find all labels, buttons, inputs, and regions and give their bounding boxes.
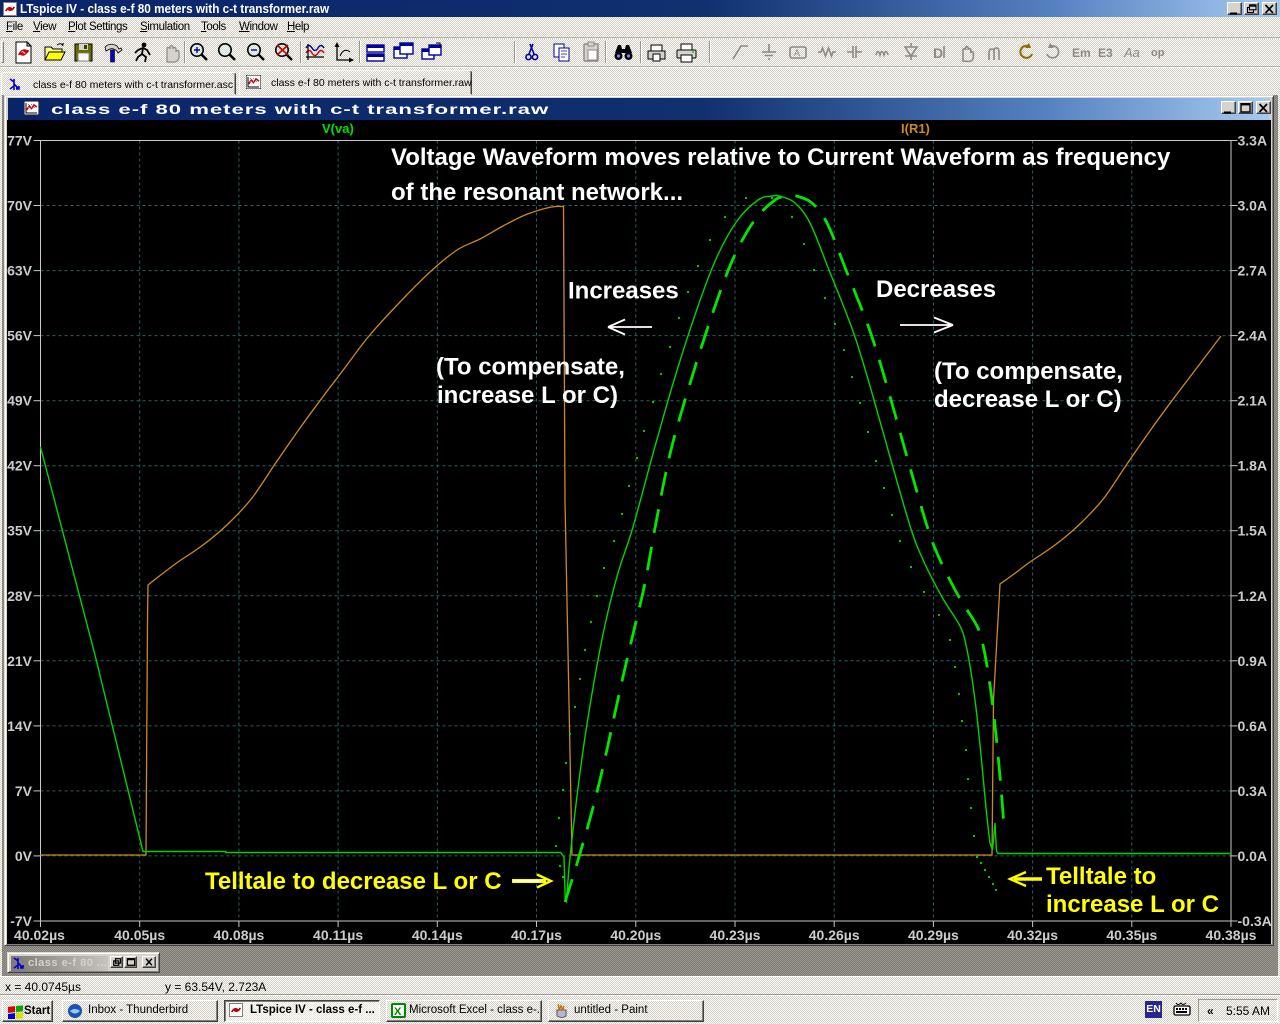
svg-text:40.02µs: 40.02µs [14,927,65,943]
svg-text:40.29µs: 40.29µs [908,927,959,943]
svg-text:A: A [794,48,800,58]
svg-text:40.05µs: 40.05µs [114,927,165,943]
svg-text:63V: 63V [7,263,33,279]
svg-text:I(R1): I(R1) [901,121,930,136]
svg-text:77V: 77V [7,133,33,149]
svg-text:40.14µs: 40.14µs [412,927,463,943]
svg-text:40.26µs: 40.26µs [809,927,860,943]
svg-text:op: op [1151,47,1165,59]
svg-text:Telltale to decrease L or C: Telltale to decrease L or C [205,868,502,895]
svg-text:40.08µs: 40.08µs [213,927,264,943]
svg-text:0.9A: 0.9A [1238,653,1268,669]
svg-text:1.8A: 1.8A [1238,458,1268,474]
svg-text:0.0A: 0.0A [1238,848,1268,864]
svg-text:1.5A: 1.5A [1238,523,1268,539]
svg-text:2.7A: 2.7A [1238,263,1268,279]
svg-text:Increases: Increases [568,278,679,305]
svg-text:70V: 70V [7,198,33,214]
svg-text:40.17µs: 40.17µs [511,927,562,943]
svg-text:increase L or C: increase L or C [1046,891,1219,918]
svg-text:40.38µs: 40.38µs [1206,927,1257,943]
svg-text:7V: 7V [15,783,33,799]
svg-text:2.4A: 2.4A [1238,328,1268,344]
svg-text:42V: 42V [7,458,33,474]
svg-text:Em: Em [1072,46,1091,60]
svg-text:D: D [933,45,943,61]
svg-text:40.20µs: 40.20µs [610,927,661,943]
svg-text:Aa: Aa [1123,45,1140,60]
svg-text:Decreases: Decreases [876,276,996,303]
svg-text:21V: 21V [7,653,33,669]
svg-text:E3: E3 [1098,46,1113,60]
svg-text:40.23µs: 40.23µs [710,927,761,943]
svg-text:0.6A: 0.6A [1238,718,1268,734]
svg-text:X: X [394,1006,402,1018]
svg-text:of the resonant network...: of the resonant network... [391,179,683,206]
svg-text:0V: 0V [15,848,33,864]
svg-text:0.3A: 0.3A [1238,783,1268,799]
svg-text:(To compensate,: (To compensate, [934,358,1123,385]
svg-text:56V: 56V [7,328,33,344]
svg-text:35V: 35V [7,523,33,539]
svg-text:Telltale to: Telltale to [1046,863,1156,890]
svg-text:28V: 28V [7,588,33,604]
svg-text:Voltage Waveform moves relativ: Voltage Waveform moves relative to Curre… [391,144,1171,171]
svg-text:1.2A: 1.2A [1238,588,1268,604]
svg-text:14V: 14V [7,718,33,734]
svg-text:40.11µs: 40.11µs [313,927,363,943]
svg-text:decrease L or C): decrease L or C) [934,386,1122,413]
svg-text:increase L or C): increase L or C) [437,382,618,409]
svg-text:40.35µs: 40.35µs [1106,927,1157,943]
svg-text:(To compensate,: (To compensate, [436,354,625,381]
svg-text:3.3A: 3.3A [1238,133,1268,149]
svg-text:V(va): V(va) [322,121,354,136]
svg-text:2.1A: 2.1A [1238,393,1268,409]
svg-text:40.32µs: 40.32µs [1007,927,1058,943]
svg-text:49V: 49V [7,393,33,409]
svg-text:3.0A: 3.0A [1238,198,1268,214]
